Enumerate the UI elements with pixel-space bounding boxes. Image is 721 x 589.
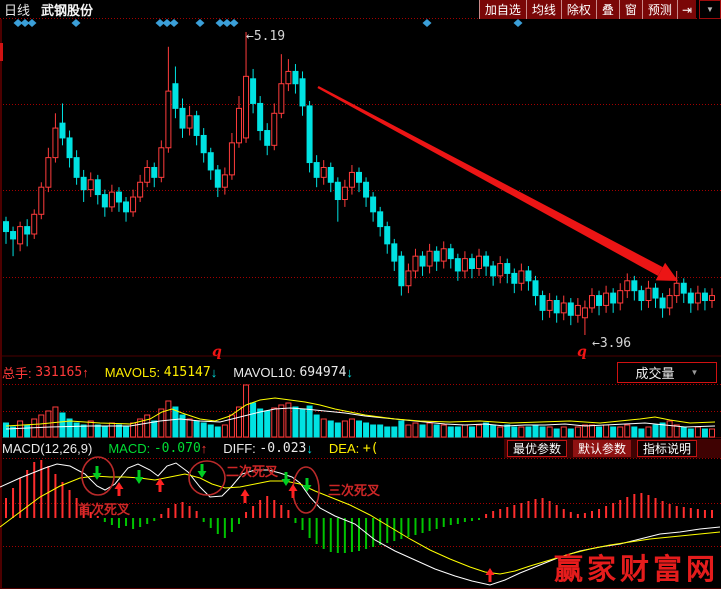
forecast-button[interactable]: 预测 bbox=[642, 0, 677, 19]
macd-indicator-label: MACD(12,26,9) bbox=[2, 441, 92, 456]
dropdown-icon: ▼ bbox=[706, 5, 714, 14]
default-params-button[interactable]: 默认参数 bbox=[573, 440, 631, 457]
dea-value: +( bbox=[363, 441, 379, 456]
mavol5-label: MAVOL5: bbox=[105, 365, 160, 380]
add-watchlist-button[interactable]: 加自选 bbox=[479, 0, 526, 19]
down-arrow-icon: ↓ bbox=[306, 441, 313, 456]
macd-value: -0.070 bbox=[154, 441, 201, 456]
candlestick-series bbox=[4, 32, 715, 335]
second-death-cross-label: 二次死叉 bbox=[226, 461, 278, 480]
indicator-help-button[interactable]: 指标说明 bbox=[637, 440, 697, 457]
period-label: 日线 bbox=[4, 0, 30, 19]
up-arrow-icon: ↑ bbox=[201, 441, 208, 456]
volume-indicator-selector[interactable]: 成交量 ▼ bbox=[617, 362, 717, 383]
overlay-button[interactable]: 叠 bbox=[596, 0, 619, 19]
dropdown-icon: ▼ bbox=[691, 368, 699, 377]
macd-button-strip: 最优参数 默认参数 指标说明 bbox=[504, 439, 721, 458]
total-lots-value: 331165 bbox=[35, 365, 82, 380]
diff-label: DIFF: bbox=[223, 441, 256, 456]
moving-average-button[interactable]: 均线 bbox=[526, 0, 561, 19]
optimal-params-button[interactable]: 最优参数 bbox=[507, 440, 567, 457]
mavol10-label: MAVOL10: bbox=[233, 365, 296, 380]
chart-title: 日线 武钢股份 bbox=[4, 1, 93, 17]
header-toolbar: 加自选 均线 除权 叠 窗 预测 ⇥ ▼ bbox=[479, 0, 721, 19]
high-price-annotation: ←5.19 bbox=[246, 29, 285, 44]
ex-rights-marker: q bbox=[577, 344, 587, 360]
first-death-cross-label: 首次死叉 bbox=[78, 499, 130, 518]
window-button[interactable]: 窗 bbox=[619, 0, 642, 19]
macd-readout-row: MACD(12,26,9) MACD: -0.070 ↑ DIFF: -0.02… bbox=[2, 441, 379, 456]
mavol5-value: 415147 bbox=[164, 365, 211, 380]
selector-label: 成交量 bbox=[636, 363, 675, 382]
grid-lines bbox=[0, 19, 721, 547]
total-lots-label: 总手: bbox=[2, 363, 32, 382]
ex-rights-button[interactable]: 除权 bbox=[561, 0, 596, 19]
volume-readout-row: 总手: 331165 ↑ MAVOL5: 415147 ↓ MAVOL10: 6… bbox=[2, 363, 353, 382]
diamond-markers bbox=[14, 19, 523, 27]
third-death-cross-label: 三次死叉 bbox=[328, 480, 380, 499]
left-arrow-icon: ← bbox=[246, 29, 254, 44]
downtrend-arrow bbox=[317, 86, 662, 276]
volume-bars bbox=[4, 385, 715, 437]
macd-label: MACD: bbox=[108, 441, 150, 456]
down-arrow-icon: ↓ bbox=[211, 365, 218, 380]
trading-app-window: 日线 武钢股份 加自选 均线 除权 叠 窗 预测 ⇥ ▼ ←5.19 ←3.96… bbox=[0, 0, 721, 589]
site-watermark: 赢家财富网 bbox=[554, 546, 719, 588]
header-dropdown-button[interactable]: ▼ bbox=[699, 0, 721, 19]
jump-arrow-icon[interactable]: ⇥ bbox=[677, 0, 696, 19]
mavol10-value: 694974 bbox=[299, 365, 346, 380]
down-arrow-icon: ↓ bbox=[346, 365, 353, 380]
up-arrow-icon: ↑ bbox=[82, 365, 89, 380]
left-arrow-icon: ← bbox=[592, 336, 600, 351]
dea-label: DEA: bbox=[329, 441, 359, 456]
ex-rights-marker: q bbox=[212, 344, 222, 360]
diff-value: -0.023 bbox=[259, 441, 306, 456]
low-price-annotation: ←3.96 bbox=[592, 336, 631, 351]
stock-name: 武钢股份 bbox=[41, 0, 93, 19]
